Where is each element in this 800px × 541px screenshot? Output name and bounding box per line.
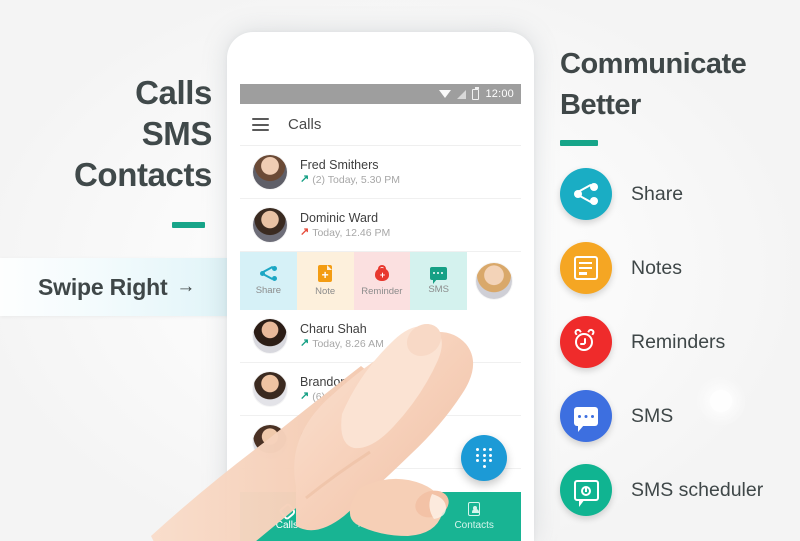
message-icon [430, 267, 448, 284]
swipe-right-banner: Swipe Right → [0, 258, 252, 316]
contact-name: Dominic Ward [300, 210, 379, 225]
share-icon [259, 265, 277, 281]
swipe-action-label: SMS [428, 284, 449, 295]
call-detail: Today, 8.26 AM [312, 337, 384, 350]
battery-icon [472, 86, 480, 100]
outgoing-call-icon: ↗ [300, 390, 310, 402]
contact-name: Brandon [300, 374, 348, 389]
notes-icon [574, 256, 598, 280]
promo-screenshot: Calls SMS Contacts Swipe Right → 12:00 C… [0, 0, 800, 541]
swipe-action-label: Share [255, 285, 282, 296]
swipe-right-label: Swipe Right [38, 273, 168, 300]
feature-label: SMS scheduler [631, 478, 764, 501]
bottom-navigation: Calls Messages Contacts [240, 492, 521, 541]
call-detail: (2) Today, 5.30 PM [312, 173, 400, 186]
bottom-nav-label: Contacts [454, 520, 494, 531]
feature-label: Share [631, 182, 684, 205]
call-log-row[interactable]: Dominic Ward ↗ Today, 12.46 PM [240, 199, 521, 252]
feature-item-sms-scheduler[interactable]: SMS scheduler [560, 464, 800, 516]
swipe-action-note[interactable]: Note [296, 252, 354, 310]
feature-icon-badge [560, 316, 612, 368]
hamburger-icon[interactable] [252, 115, 269, 135]
avatar [253, 425, 287, 459]
swipe-row-avatar-wrap [467, 252, 521, 310]
note-icon [318, 265, 333, 282]
app-bar-title: Calls [288, 116, 322, 133]
alarm-icon: + [374, 265, 390, 282]
signal-icon [457, 89, 467, 99]
bottom-nav-label: Messages [357, 519, 404, 530]
bottom-nav-label: Calls [275, 519, 298, 531]
message-icon [574, 406, 598, 432]
feature-icon-badge [560, 242, 612, 294]
status-bar: 12:00 [240, 84, 521, 104]
feature-icon-badge [560, 168, 612, 220]
right-heading-line-2: Better [560, 89, 641, 121]
contact-name: Charu Shah [300, 321, 367, 336]
feature-icon-badge [560, 390, 612, 442]
call-log-row[interactable]: Charu Shah ↗ Today, 8.26 AM [240, 310, 521, 363]
bottom-nav-item-contacts[interactable]: Contacts [427, 492, 521, 541]
avatar [253, 372, 287, 406]
outgoing-call-icon: ↗ [300, 173, 310, 185]
arrow-right-icon: → [176, 276, 196, 297]
feature-icon-badge [560, 464, 612, 516]
swipe-action-label: Reminder [361, 286, 403, 297]
swipe-action-reminder[interactable]: + Reminder [353, 252, 411, 310]
swipe-action-label: Note [315, 286, 336, 297]
status-bar-time: 12:00 [485, 88, 514, 100]
phone-icon [280, 503, 293, 516]
feature-label: Reminders [631, 330, 726, 353]
schedule-icon [573, 479, 599, 507]
swipe-action-share[interactable]: Share [240, 252, 297, 310]
app-bar: Calls [240, 104, 521, 146]
missed-call-icon: ↗ [300, 226, 310, 238]
outgoing-call-icon: ↗ [300, 337, 310, 349]
left-headline-line-2: SMS [141, 115, 213, 152]
feature-label: Notes [631, 256, 682, 279]
call-log-row[interactable]: Fred Smithers ↗ (2) Today, 5.30 PM [240, 146, 521, 199]
contact-icon [468, 502, 481, 516]
left-headline-line-1: Calls [135, 74, 212, 111]
decorative-glow-dot [710, 390, 732, 412]
contact-name: Chitra [300, 429, 334, 443]
bottom-nav-item-messages[interactable]: Messages [334, 492, 428, 541]
message-icon [373, 503, 388, 515]
dialpad-icon [476, 448, 493, 468]
feature-label: SMS [631, 404, 674, 427]
bottom-nav-item-calls[interactable]: Calls [240, 492, 334, 541]
avatar [253, 155, 287, 189]
outgoing-call-icon: ↗ [300, 443, 310, 455]
feature-item-sms[interactable]: SMS [560, 390, 800, 442]
share-icon [574, 183, 598, 205]
feature-item-share[interactable]: Share [560, 168, 800, 220]
swipe-action-row: Share Note + Reminder SMS [240, 252, 521, 310]
call-log-list: Fred Smithers ↗ (2) Today, 5.30 PM Domin… [240, 146, 521, 469]
phone-mockup: 12:00 Calls Fred Smithers ↗ (2) Today, 5… [227, 32, 534, 541]
call-detail: Today, 12.46 PM [312, 226, 391, 239]
call-log-row[interactable]: Brandon ↗ (6) Yeste [240, 363, 521, 416]
call-detail: (6) Yeste [312, 390, 354, 403]
phone-screen: 12:00 Calls Fred Smithers ↗ (2) Today, 5… [240, 84, 521, 541]
right-panel: Communicate Better Share Notes Reminders [560, 44, 800, 516]
left-headline: Calls SMS Contacts [0, 72, 212, 195]
swipe-action-sms[interactable]: SMS [410, 252, 467, 310]
feature-item-notes[interactable]: Notes [560, 242, 800, 294]
left-headline-line-3: Contacts [74, 156, 212, 193]
dialpad-fab-button[interactable] [461, 435, 507, 481]
feature-item-reminders[interactable]: Reminders [560, 316, 800, 368]
contact-name: Fred Smithers [300, 157, 379, 172]
avatar [253, 319, 287, 353]
wifi-icon [439, 90, 452, 98]
avatar [253, 208, 287, 242]
alarm-icon [573, 327, 599, 355]
left-accent-rule [172, 222, 205, 228]
right-heading-line-1: Communicate [560, 48, 747, 80]
avatar [476, 263, 512, 299]
right-accent-rule [560, 140, 598, 146]
